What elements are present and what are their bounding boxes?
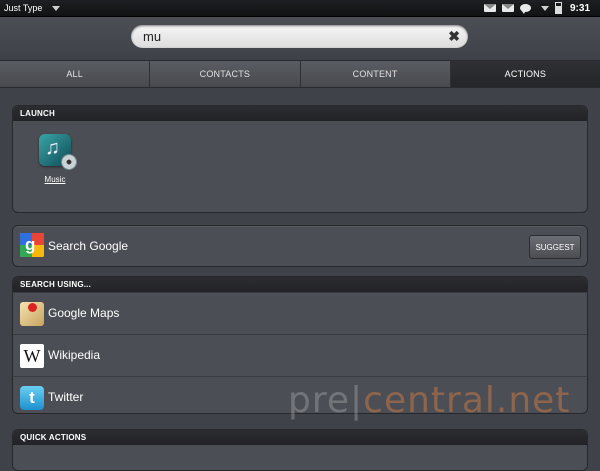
tab-actions[interactable]: ACTIONS — [450, 61, 600, 87]
launch-app-music[interactable]: ♫ Music — [35, 134, 77, 184]
music-app-icon[interactable]: ♫ — [39, 134, 77, 170]
dropdown-caret-icon[interactable] — [540, 5, 549, 11]
tab-content[interactable]: CONTENT — [300, 61, 451, 87]
close-icon[interactable]: ✖ — [448, 28, 460, 45]
twitter-icon: t — [20, 386, 44, 410]
email-icon[interactable] — [501, 4, 514, 12]
search-google-row[interactable]: g Search Google SUGGEST — [12, 225, 588, 267]
list-item-google-maps[interactable]: Google Maps — [13, 292, 587, 335]
search-using-header: SEARCH USING... — [13, 277, 587, 292]
email-icon[interactable] — [483, 4, 496, 12]
battery-icon — [554, 2, 562, 14]
app-name: Just Type — [4, 3, 43, 13]
launch-panel: LAUNCH ♫ Music — [12, 105, 588, 213]
filter-tabs: ALL CONTACTS CONTENT ACTIONS — [0, 60, 600, 88]
quick-actions-panel: QUICK ACTIONS — [12, 429, 588, 471]
tab-contacts[interactable]: CONTACTS — [150, 61, 301, 87]
watermark: pre|central.net — [288, 380, 570, 421]
status-bar: Just Type 9:31 — [0, 0, 600, 17]
search-google-label: Search Google — [48, 239, 129, 253]
list-item-label: Google Maps — [48, 306, 120, 320]
list-item-wikipedia[interactable]: W Wikipedia — [13, 334, 587, 377]
google-maps-icon — [20, 302, 44, 326]
clock: 9:31 — [569, 2, 590, 14]
search-query[interactable]: mu — [143, 29, 161, 44]
watermark-separator: | — [350, 380, 364, 421]
status-icons[interactable]: 9:31 — [483, 2, 590, 14]
search-area: mu ✖ — [0, 17, 600, 60]
tab-all[interactable]: ALL — [0, 61, 151, 87]
list-item-label: Twitter — [48, 390, 84, 404]
dropdown-caret-icon — [52, 5, 61, 11]
suggest-button[interactable]: SUGGEST — [529, 235, 581, 259]
quick-actions-header: QUICK ACTIONS — [13, 430, 587, 445]
wikipedia-icon: W — [20, 344, 44, 368]
search-input[interactable]: mu ✖ — [131, 25, 468, 48]
app-label: Music — [44, 175, 66, 184]
watermark-part2: central.net — [363, 380, 571, 421]
google-icon: g — [20, 233, 44, 257]
app-menu[interactable]: Just Type — [4, 3, 61, 13]
launch-header: LAUNCH — [13, 106, 587, 121]
watermark-part1: pre — [288, 380, 351, 421]
chat-icon[interactable] — [519, 4, 531, 14]
list-item-label: Wikipedia — [48, 348, 101, 362]
